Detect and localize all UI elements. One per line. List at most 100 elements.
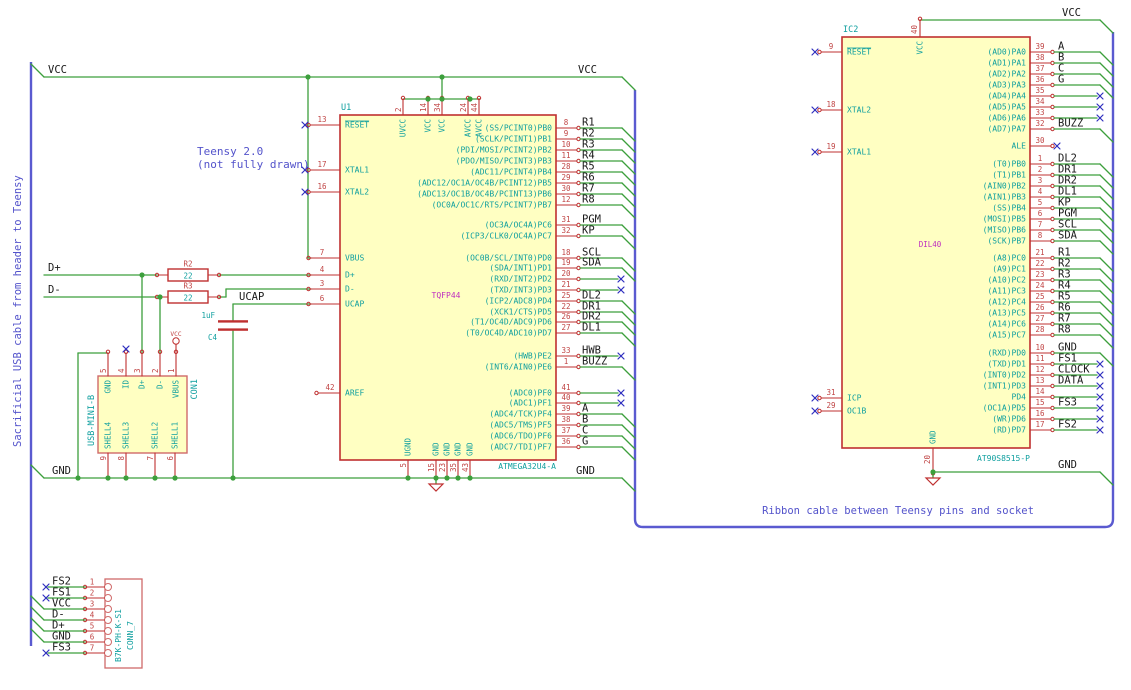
pin-name: VBUS	[172, 380, 181, 399]
net-label: FS2	[1058, 419, 1077, 431]
pin-number: 42	[325, 383, 334, 392]
pin-name: (ADC7/TDI)PF7	[489, 443, 552, 452]
bus-entry	[621, 366, 636, 381]
r3-value: 22	[183, 294, 192, 303]
pin-number: 31	[561, 215, 570, 224]
pin-number: 28	[1035, 325, 1045, 334]
pin-number: 40	[561, 393, 571, 402]
gnd-symbol-icon	[924, 477, 942, 486]
pin-name: (TXD)PD1	[987, 360, 1026, 369]
net-label: VCC	[48, 64, 67, 76]
bus-entry	[621, 300, 636, 315]
bus-entry	[30, 606, 45, 621]
pin-number: 7	[1038, 220, 1043, 229]
net-label: GND	[1058, 459, 1077, 471]
pin-name: ID	[122, 380, 131, 390]
pin-number: 5	[99, 368, 108, 373]
pin-name: (OC3A/OC4A)PC6	[485, 221, 553, 230]
bus-entry	[1099, 185, 1114, 200]
pin-circle	[104, 605, 112, 613]
pin-number: 5	[1038, 198, 1043, 207]
pin-name: SHELL3	[122, 422, 131, 449]
pin-number: 35	[449, 463, 458, 472]
pin-name: AREF	[345, 389, 364, 398]
schematic-canvas: U1ATMEGA32U4-ATQFP4413RESET17XTAL116XTAL…	[12, 7, 1115, 669]
pin-number: 23	[1035, 270, 1044, 279]
r3-reference: R3	[183, 282, 192, 291]
pin-name: (PDO/MISO/PCINT3)PB3	[456, 157, 553, 166]
pin-name: VCC	[424, 119, 433, 133]
pin-number: 44	[470, 102, 479, 112]
junction-dot	[230, 475, 236, 481]
ribbon-cable-note: Ribbon cable between Teensy pins and soc…	[762, 505, 1034, 517]
bus-entry	[621, 224, 636, 239]
net-label: GND	[52, 465, 71, 477]
c4-capacitor-plate	[218, 328, 248, 331]
pin-name: (OC0A/OC1C/RTS/PCINT7)PB7	[432, 201, 553, 210]
pin-name: (A14)PC6	[987, 320, 1026, 329]
junction-dot	[433, 475, 439, 481]
pin-number: 10	[1035, 343, 1045, 352]
wire	[1099, 471, 1114, 486]
pin-name: (HWB)PE2	[513, 352, 552, 361]
pin-circle	[104, 627, 112, 635]
pin-number: 38	[1035, 53, 1045, 62]
net-label: FS3	[1058, 397, 1077, 409]
pin-number: 8	[1038, 231, 1043, 240]
usb-cable-note: Sacrificial USB cable from header to Tee…	[12, 175, 24, 447]
ic2-footprint: DIL40	[919, 240, 942, 249]
pin-number: 2	[1038, 165, 1043, 174]
pin-number: 36	[561, 437, 571, 446]
pin-number: 16	[1035, 409, 1045, 418]
r2-reference: R2	[183, 260, 192, 269]
pin-name: (RD)PD7	[992, 426, 1026, 435]
pin-number: 1	[1038, 154, 1043, 163]
pin-number: 23	[438, 463, 447, 472]
pin-name: VCC	[916, 41, 925, 55]
con1-reference: CON1	[190, 379, 200, 399]
pin-name: (RXD)PD0	[987, 349, 1026, 358]
pin-name: UGND	[404, 437, 413, 456]
pin-number: 20	[561, 269, 571, 278]
pin-number: 19	[826, 142, 835, 151]
bus-entry	[621, 446, 636, 461]
pin-name: (A8)PC0	[992, 254, 1026, 263]
pin-number: 21	[1035, 248, 1044, 257]
pin-number: 37	[561, 426, 570, 435]
pin-number: 1	[167, 368, 176, 373]
junction-dot	[105, 475, 111, 481]
junction-dot	[455, 475, 461, 481]
bus-entry	[621, 435, 636, 450]
bus-entry	[621, 138, 636, 153]
wire	[621, 477, 636, 492]
bus-entry	[30, 617, 45, 632]
pin-number: 43	[461, 463, 470, 472]
pin-number: 1	[90, 578, 95, 587]
net-label: DATA	[1058, 375, 1084, 387]
pin-name: (AIN1)PB3	[983, 193, 1027, 202]
pin-number: 15	[427, 463, 436, 472]
pin-name: (ICP2/ADC8)PD4	[485, 297, 553, 306]
pin-number: 9	[99, 456, 108, 461]
pin-number: 3	[320, 279, 325, 288]
bus-entry	[1099, 218, 1114, 233]
junction-dot	[139, 272, 145, 278]
pin-number: 19	[561, 258, 570, 267]
pin-circle	[104, 583, 112, 591]
junction-dot	[172, 475, 178, 481]
pin-name: (XCK1/CTS)PD5	[489, 308, 552, 317]
bus-entry	[1099, 196, 1114, 211]
pin-number: 2	[394, 107, 403, 112]
net-label: BUZZ	[582, 356, 607, 368]
c4-reference: C4	[208, 333, 218, 342]
junction-dot	[157, 294, 163, 300]
pin-name: ICP	[847, 394, 862, 403]
junction-dot	[305, 74, 311, 80]
pin-number: 16	[317, 182, 327, 191]
wire	[30, 63, 45, 78]
pin-number: 32	[1035, 119, 1044, 128]
net-label: GND	[576, 465, 595, 477]
pin-name: AVCC	[475, 119, 484, 137]
pin-number: 11	[561, 151, 570, 160]
junction-dot	[439, 96, 445, 102]
